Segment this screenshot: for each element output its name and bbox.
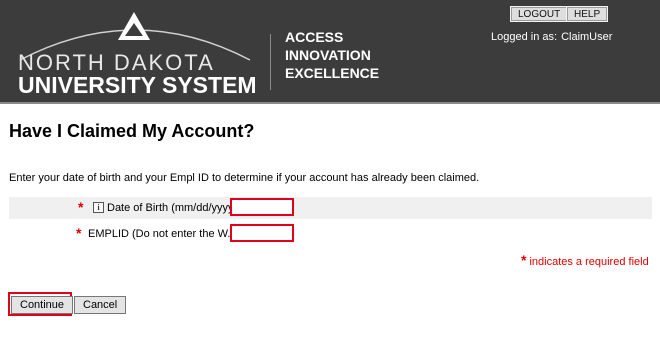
continue-button[interactable]: Continue — [11, 296, 74, 314]
required-field-note: * indicates a required field — [521, 252, 649, 268]
header-divider — [270, 34, 271, 90]
required-note-text: indicates a required field — [529, 256, 649, 268]
tagline-innovation: INNOVATION — [285, 47, 371, 63]
page-title: Have I Claimed My Account? — [9, 121, 255, 141]
logged-in-status: Logged in as: ClaimUser — [491, 31, 612, 43]
dob-row: * i Date of Birth (mm/dd/yyyy) — [9, 197, 652, 219]
cancel-button[interactable]: Cancel — [74, 296, 127, 314]
header-banner: NORTH DAKOTA UNIVERSITY SYSTEM ACCESS IN… — [0, 0, 660, 104]
tagline-access: ACCESS — [285, 29, 344, 45]
help-button[interactable]: HELP — [565, 6, 609, 22]
emplid-label: EMPLID (Do not enter the W.) — [88, 228, 235, 240]
logo-text-university-system: UNIVERSITY SYSTEM — [18, 72, 257, 98]
dob-label: Date of Birth (mm/dd/yyyy) — [107, 202, 238, 214]
logged-in-label: Logged in as: — [491, 31, 558, 43]
required-note-mark: * — [521, 252, 527, 268]
emplid-row: * EMPLID (Do not enter the W.) — [9, 223, 652, 245]
tagline: ACCESS INNOVATION EXCELLENCE — [285, 28, 379, 82]
instructions-text: Enter your date of birth and your Empl I… — [9, 172, 480, 184]
emplid-required-mark: * — [76, 225, 82, 241]
tagline-excellence: EXCELLENCE — [285, 65, 380, 81]
logged-in-user: ClaimUser — [561, 31, 613, 43]
logo-text-north-dakota: NORTH DAKOTA — [18, 50, 215, 75]
info-icon[interactable]: i — [93, 202, 104, 213]
emplid-input[interactable] — [230, 224, 294, 242]
dob-input[interactable] — [230, 198, 294, 216]
logout-button[interactable]: LOGOUT — [509, 6, 569, 22]
dob-required-mark: * — [78, 199, 84, 215]
